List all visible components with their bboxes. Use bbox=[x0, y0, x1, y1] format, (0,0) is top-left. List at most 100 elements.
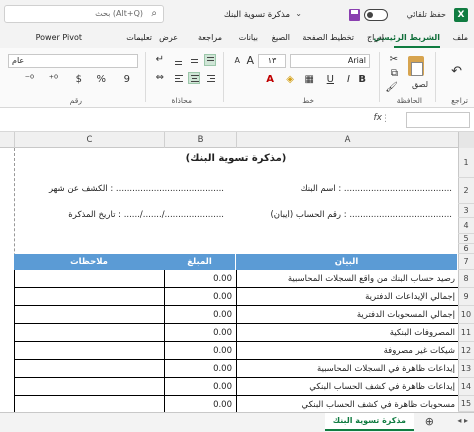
tab-file[interactable]: ملف bbox=[453, 33, 468, 42]
percent-style-button[interactable]: % bbox=[96, 74, 106, 85]
row-header[interactable]: 9 bbox=[458, 288, 474, 306]
item-amount[interactable]: 0.00 bbox=[164, 270, 236, 288]
underline-button[interactable]: U bbox=[327, 74, 334, 85]
row-header[interactable]: 3 bbox=[458, 204, 474, 218]
item-amount[interactable]: 0.00 bbox=[164, 360, 236, 378]
row-header[interactable]: 2 bbox=[458, 178, 474, 204]
row-header[interactable]: 1 bbox=[458, 148, 474, 178]
tab-view[interactable]: عرض bbox=[159, 33, 178, 42]
decrease-font-icon[interactable]: A bbox=[235, 56, 240, 65]
item-amount[interactable]: 0.00 bbox=[164, 306, 236, 324]
align-middle-button[interactable] bbox=[188, 54, 200, 66]
item-description[interactable]: مسحوبات ظاهرة في كشف الحساب البنكي bbox=[236, 396, 458, 412]
chevron-down-icon[interactable]: ⌄ bbox=[295, 9, 302, 18]
merge-center-icon[interactable]: ⇔ bbox=[156, 72, 164, 83]
worksheet-grid[interactable]: (مذكرة تسوية البنك) اسم البنك : ........… bbox=[0, 148, 458, 412]
font-color-icon[interactable]: A bbox=[266, 74, 274, 85]
paste-button-label[interactable]: لصق bbox=[412, 80, 428, 89]
item-description[interactable]: شيكات غير مصروفة bbox=[236, 342, 458, 360]
header-amount[interactable]: المبلغ bbox=[164, 254, 236, 270]
fx-icon[interactable]: fx bbox=[374, 113, 383, 123]
document-title[interactable]: مذكرة تسوية البنك bbox=[224, 10, 290, 20]
column-header-a[interactable]: A bbox=[236, 132, 458, 148]
account-number-label[interactable]: رقم الحساب (أيبان) : ...................… bbox=[230, 210, 452, 220]
comma-style-button[interactable]: 9 bbox=[124, 74, 130, 85]
format-painter-icon[interactable]: 🖌 bbox=[385, 82, 398, 93]
align-center-button[interactable] bbox=[188, 72, 200, 84]
item-notes[interactable] bbox=[14, 342, 164, 360]
fill-color-icon[interactable]: ◈ bbox=[286, 74, 294, 85]
decrease-decimal-icon[interactable]: ⁻⁰ bbox=[25, 74, 34, 85]
item-notes[interactable] bbox=[14, 306, 164, 324]
header-notes[interactable]: ملاحظات bbox=[14, 254, 164, 270]
save-icon[interactable] bbox=[349, 9, 360, 21]
item-amount[interactable]: 0.00 bbox=[164, 396, 236, 412]
tab-help[interactable]: تعليمات bbox=[126, 33, 152, 42]
item-amount[interactable]: 0.00 bbox=[164, 378, 236, 396]
bank-name-label[interactable]: اسم البنك : ............................… bbox=[232, 184, 452, 194]
row-header[interactable]: 8 bbox=[458, 270, 474, 288]
tab-insert[interactable]: إدراج bbox=[367, 33, 384, 42]
select-all-button[interactable] bbox=[458, 132, 474, 148]
item-notes[interactable] bbox=[14, 360, 164, 378]
item-amount[interactable]: 0.00 bbox=[164, 324, 236, 342]
item-description[interactable]: إجمالي الإيداعات الدفترية bbox=[236, 288, 458, 306]
align-right-button[interactable] bbox=[204, 72, 216, 84]
bold-button[interactable]: B bbox=[358, 74, 366, 85]
column-header-b[interactable]: B bbox=[164, 132, 236, 148]
increase-font-icon[interactable]: A bbox=[246, 54, 254, 67]
align-bottom-button[interactable] bbox=[172, 54, 184, 66]
font-name-select[interactable]: Arial bbox=[290, 54, 370, 68]
autosave-toggle[interactable] bbox=[364, 9, 388, 21]
row-header[interactable]: 5 bbox=[458, 234, 474, 244]
sheet-nav-arrows-icon[interactable]: ◂ ▸ bbox=[457, 416, 468, 425]
currency-style-button[interactable]: $ bbox=[76, 74, 82, 85]
tab-page-layout[interactable]: تخطيط الصفحة bbox=[302, 33, 354, 42]
item-description[interactable]: إيداعات ظاهرة في السجلات المحاسبية bbox=[236, 360, 458, 378]
search-input[interactable]: بحث (Alt+Q) ⌕ bbox=[4, 5, 164, 23]
item-notes[interactable] bbox=[14, 288, 164, 306]
italic-button[interactable]: I bbox=[347, 74, 350, 85]
cut-icon[interactable]: ✂ bbox=[390, 54, 398, 65]
tab-data[interactable]: بيانات bbox=[239, 33, 258, 42]
statement-month-label[interactable]: الكشف عن شهر : .........................… bbox=[2, 184, 224, 194]
tab-power-pivot[interactable]: Power Pivot bbox=[36, 33, 82, 42]
item-description[interactable]: إيداعات ظاهرة في كشف الحساب البنكي bbox=[236, 378, 458, 396]
undo-icon[interactable]: ↶ bbox=[451, 64, 462, 79]
item-description[interactable]: إجمالي المسحوبات الدفترية bbox=[236, 306, 458, 324]
item-notes[interactable] bbox=[14, 378, 164, 396]
add-sheet-icon[interactable]: ⊕ bbox=[425, 415, 434, 428]
tab-formulas[interactable]: الصيغ bbox=[272, 33, 290, 42]
font-size-select[interactable]: ١٣ bbox=[258, 54, 286, 68]
increase-decimal-icon[interactable]: ⁺⁰ bbox=[49, 74, 58, 85]
borders-icon[interactable]: ▦ bbox=[305, 74, 314, 85]
row-header[interactable]: 7 bbox=[458, 254, 474, 270]
align-left-button[interactable] bbox=[172, 72, 184, 84]
row-header[interactable]: 13 bbox=[458, 360, 474, 378]
memo-title[interactable]: (مذكرة تسوية البنك) bbox=[14, 153, 458, 164]
align-top-button[interactable] bbox=[204, 54, 216, 66]
header-description[interactable]: البيان bbox=[236, 254, 458, 270]
item-amount[interactable]: 0.00 bbox=[164, 342, 236, 360]
item-description[interactable]: المصروفات البنكية bbox=[236, 324, 458, 342]
tab-review[interactable]: مراجعة bbox=[198, 33, 222, 42]
row-header[interactable]: 12 bbox=[458, 342, 474, 360]
column-header-c[interactable]: C bbox=[14, 132, 164, 148]
item-notes[interactable] bbox=[14, 324, 164, 342]
row-header[interactable]: 11 bbox=[458, 324, 474, 342]
row-header[interactable]: 6 bbox=[458, 244, 474, 254]
item-notes[interactable] bbox=[14, 270, 164, 288]
item-amount[interactable]: 0.00 bbox=[164, 288, 236, 306]
number-format-select[interactable]: عام bbox=[8, 54, 138, 68]
row-header[interactable]: 15 bbox=[458, 396, 474, 412]
paste-icon[interactable] bbox=[408, 56, 424, 76]
name-box[interactable] bbox=[406, 112, 470, 128]
sheet-tab-bank-reconciliation[interactable]: مذكرة تسوية البنك bbox=[324, 413, 414, 431]
copy-icon[interactable]: ⧉ bbox=[391, 68, 398, 79]
row-header[interactable]: 4 bbox=[458, 218, 474, 234]
row-header[interactable]: 10 bbox=[458, 306, 474, 324]
wrap-text-icon[interactable]: ↵ bbox=[156, 54, 164, 65]
row-header[interactable]: 14 bbox=[458, 378, 474, 396]
item-notes[interactable] bbox=[14, 396, 164, 412]
item-description[interactable]: رصيد حساب البنك من واقع السجلات المحاسبي… bbox=[236, 270, 458, 288]
